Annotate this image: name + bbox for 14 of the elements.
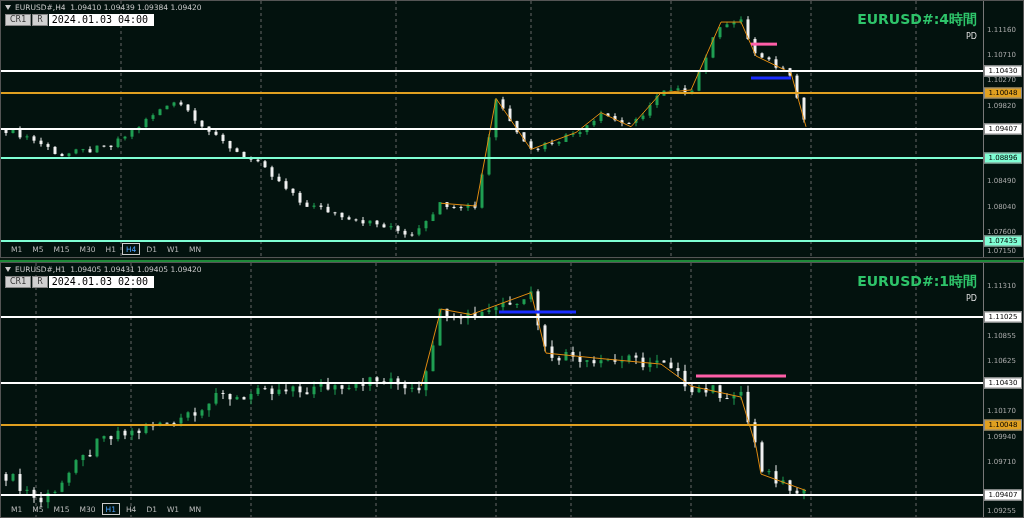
chart-button[interactable]: CR1 [5, 276, 32, 288]
chart-button[interactable]: CR1 [5, 14, 32, 26]
date-field[interactable]: 2024.01.03 04:00 [48, 14, 154, 26]
chart-title: EURUSD#:1時間 [857, 273, 977, 291]
dropdown-icon[interactable] [5, 5, 11, 10]
chart-title: EURUSD#:4時間 [857, 11, 977, 29]
chart-button[interactable]: R [32, 276, 48, 288]
date-field[interactable]: 2024.01.03 02:00 [48, 276, 154, 288]
dropdown-icon[interactable] [5, 267, 11, 272]
chart-subtitle: PD [966, 294, 977, 303]
trend-segment [751, 76, 791, 80]
chart-subtitle: PD [966, 32, 977, 41]
chart-button[interactable]: R [32, 14, 48, 26]
trend-segment [751, 42, 777, 46]
